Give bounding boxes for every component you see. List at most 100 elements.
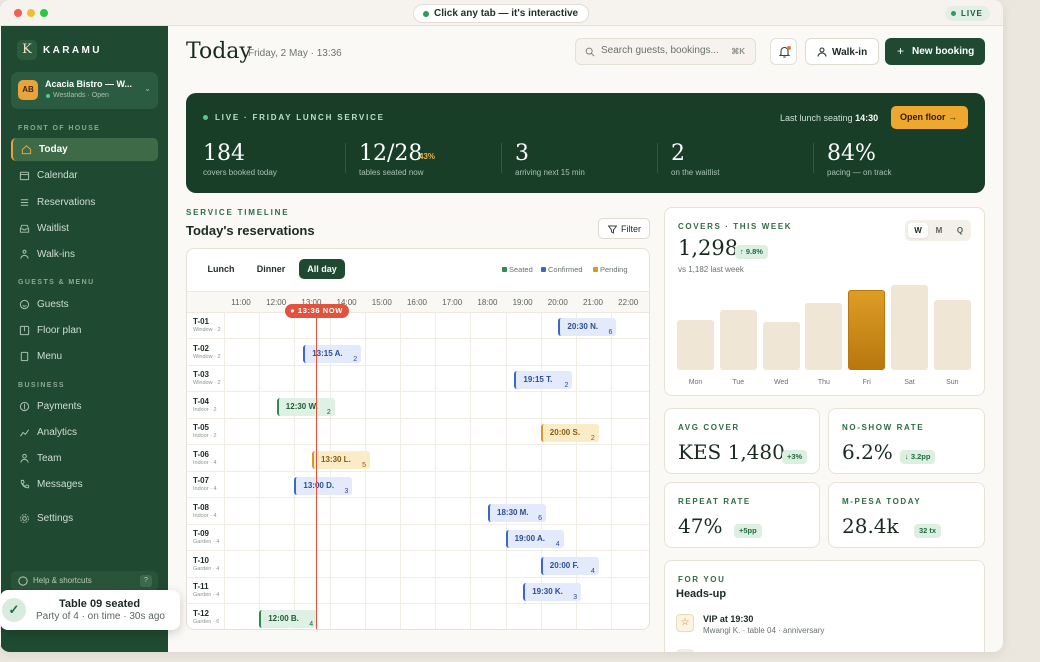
bar-sun: [933, 300, 971, 370]
reservation-block[interactable]: 20:00 F. 4: [540, 556, 599, 575]
new-booking-button[interactable]: + New booking: [885, 38, 985, 65]
reservation-block[interactable]: 18:30 M. 6: [488, 503, 546, 522]
reservation-label: 20:30 N.: [567, 322, 599, 331]
table-row-t-03: T-03 Window · 2 19:15 T. 2: [187, 366, 649, 392]
maximize-window-dot[interactable]: [40, 9, 48, 17]
live-service-label: LIVE · FRIDAY LUNCH SERVICE: [215, 113, 385, 122]
reservation-block[interactable]: 12:00 B. 4: [259, 609, 318, 628]
kpi-value: 84%: [827, 141, 876, 166]
help-icon: [18, 576, 28, 586]
walk-in-button[interactable]: Walk-in: [805, 38, 879, 65]
covers-delta-badge: ↑ 9.8%: [735, 245, 768, 259]
reservation-block[interactable]: 20:30 N. 6: [558, 318, 617, 336]
heads-up-item-title: VIP at 19:30: [703, 614, 754, 624]
open-floor-button[interactable]: Open floor →: [891, 106, 968, 129]
window-titlebar: Click any tab — it's interactive LIVE: [0, 0, 1003, 26]
search-input[interactable]: [601, 45, 726, 56]
table-zone: Garden · 6: [193, 618, 220, 625]
table-id: T-07: [193, 476, 210, 485]
hour-header: 11:00 12:00 13:00 14:00 15:00 16:00 17:00 18:00…: [187, 291, 649, 313]
now-indicator-line: [315, 313, 318, 629]
bar-label: Wed: [773, 379, 789, 386]
covers-bar-chart: Mon Tue Wed Thu Fri Sat Sun: [677, 280, 977, 386]
tab-dinner[interactable]: Dinner: [247, 259, 295, 279]
reservation-block[interactable]: 19:00 A. 4: [505, 530, 564, 548]
notifications-button[interactable]: [770, 38, 797, 65]
reservation-block[interactable]: 13:30 L. 5: [312, 450, 370, 469]
period-w[interactable]: W: [908, 223, 928, 238]
filter-button[interactable]: Filter: [598, 218, 650, 239]
sidebar-item-settings[interactable]: Settings: [11, 507, 158, 530]
page-title: Today: [186, 39, 252, 64]
venue-switcher[interactable]: AB Acacia Bistro — W... Westlands · Open…: [11, 72, 158, 109]
table-id: T-05: [193, 423, 210, 432]
table-zone: Indoor · 4: [193, 512, 217, 519]
floorplan-icon: [19, 325, 30, 336]
sidebar-item-waitlist[interactable]: Waitlist: [11, 217, 158, 240]
minimize-window-dot[interactable]: [27, 9, 35, 17]
sidebar-item-walk-ins[interactable]: Walk-ins: [11, 243, 158, 266]
kpi-label: pacing — on track: [827, 168, 892, 177]
bar-label: Tue: [732, 379, 745, 386]
chevron-down-icon: ⌄: [144, 84, 151, 93]
bar-label: Thu: [817, 379, 830, 386]
table-zone: Window · 2: [193, 353, 221, 360]
period-m[interactable]: M: [929, 223, 949, 238]
sidebar-item-floor-plan[interactable]: Floor plan: [11, 319, 158, 342]
reservation-block[interactable]: 13:15 A. 2: [303, 344, 362, 363]
reservation-block[interactable]: 20:00 S. 2: [540, 424, 599, 442]
reservation-party-size: 2: [564, 382, 569, 389]
reservation-label: 13:00 D.: [303, 481, 335, 490]
close-window-dot[interactable]: [14, 9, 22, 17]
kpi-4: 84% pacing — on track: [827, 138, 977, 182]
hour-label: 20:00: [547, 298, 568, 307]
kpi-value: 12/28: [359, 141, 423, 166]
table-zone: Indoor · 4: [193, 486, 217, 492]
team-icon: [20, 453, 29, 463]
sidebar-item-reservations[interactable]: Reservations: [11, 191, 158, 214]
inbox-icon: [19, 224, 30, 233]
table-id: T-09: [193, 529, 210, 538]
search-icon: [585, 47, 595, 57]
stat-eyebrow: AVG COVER: [678, 423, 740, 432]
stat-eyebrow: M-PESA TODAY: [842, 497, 922, 506]
legend-item-pending: Pending: [593, 265, 628, 274]
reservation-block[interactable]: 13:00 D. 3: [294, 477, 353, 495]
table-row-t-12: T-12 Garden · 6 12:00 B. 4: [187, 605, 649, 630]
period-q[interactable]: Q: [950, 223, 970, 238]
legend-item-seated: Seated: [502, 265, 533, 274]
reservation-label: 12:30 W.: [285, 401, 318, 411]
sidebar-item-menu[interactable]: Menu: [11, 345, 158, 368]
sidebar-item-analytics[interactable]: Analytics: [11, 421, 158, 444]
help-shortcuts-link[interactable]: Help & shortcuts ?: [11, 571, 158, 591]
table-row-t-01: T-01 Window · 2 20:30 N. 6: [187, 313, 649, 339]
bar-fri: [848, 290, 886, 370]
tab-all-day[interactable]: All day: [299, 259, 345, 279]
sidebar-item-messages[interactable]: Messages: [11, 473, 158, 496]
reservation-party-size: 6: [608, 329, 613, 336]
sidebar-item-payments[interactable]: Payments: [11, 395, 158, 418]
sidebar-item-guests[interactable]: Guests: [11, 293, 158, 316]
reservation-party-size: 3: [573, 594, 578, 601]
legend-label: Confirmed: [548, 265, 583, 274]
sidebar-item-today[interactable]: Today: [11, 138, 158, 161]
check-icon: ✓: [2, 598, 26, 622]
sidebar-item-calendar[interactable]: Calendar: [11, 164, 158, 187]
kpi-divider: [501, 143, 502, 173]
table-id: T-12: [193, 608, 210, 618]
reservation-block[interactable]: 19:15 T. 2: [514, 371, 573, 389]
stat-delta-badge: 32 tx: [914, 524, 942, 538]
seated-toast[interactable]: ✓ Table 09 seated Party of 4 · on time ·…: [0, 590, 180, 630]
stat-delta-badge: +5pp: [734, 524, 762, 538]
reservation-party-size: 4: [555, 541, 560, 548]
search-box[interactable]: ⌘K: [575, 38, 756, 65]
gear-icon: [20, 514, 29, 523]
reservation-party-size: 2: [590, 435, 595, 442]
reservation-party-size: 4: [590, 567, 595, 575]
sidebar-item-team[interactable]: Team: [11, 447, 158, 470]
bar-label: Sun: [946, 379, 959, 386]
reservation-block[interactable]: 19:30 K. 3: [523, 583, 582, 601]
legend-label: Seated: [509, 265, 533, 274]
tab-lunch[interactable]: Lunch: [197, 259, 245, 279]
reservation-block[interactable]: 12:30 W. 2: [276, 397, 335, 416]
